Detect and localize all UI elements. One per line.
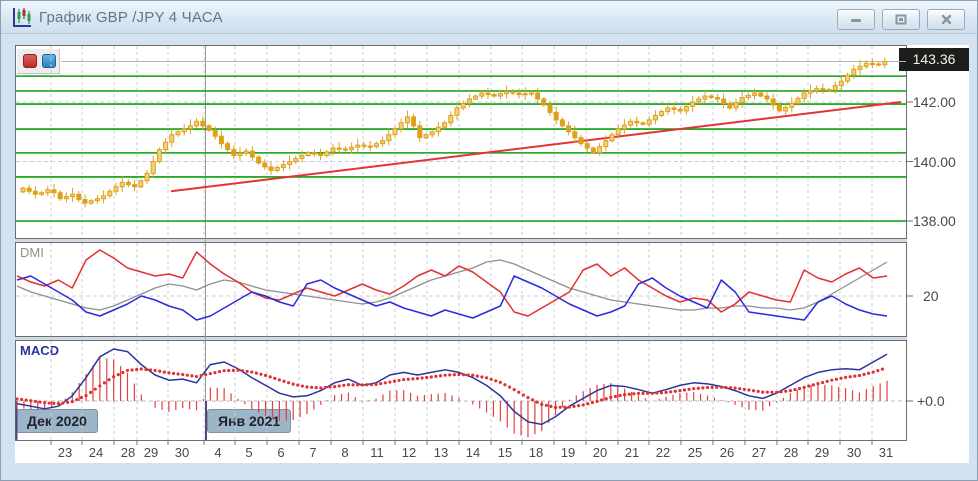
time-tick-label: 13 <box>434 445 448 460</box>
close-button[interactable] <box>927 9 965 30</box>
restore-icon <box>895 14 907 25</box>
time-tick-label: 22 <box>656 445 670 460</box>
time-tick-label: 23 <box>58 445 72 460</box>
macd-panel[interactable] <box>15 340 907 441</box>
time-tick-label: 6 <box>277 445 284 460</box>
month-box-jan2021[interactable]: Янв 2021 <box>207 409 291 433</box>
dmi-pane-label: DMI <box>20 245 44 260</box>
candlestick-chart-icon <box>11 7 33 29</box>
time-tick-label: 14 <box>466 445 480 460</box>
price-tick-140: 140.00 <box>913 154 956 170</box>
window-controls <box>837 9 965 30</box>
current-price-badge: 143.36 <box>899 48 969 71</box>
close-icon <box>941 14 952 25</box>
price-tick-138: 138.00 <box>913 213 956 229</box>
price-tick-142: 142.00 <box>913 94 956 110</box>
titlebar: График GBP /JPY 4 ЧАСА <box>1 1 977 34</box>
minimize-icon <box>850 15 862 25</box>
dmi-tick-20: 20 <box>923 288 939 304</box>
time-tick-label: 7 <box>309 445 316 460</box>
time-tick-label: 28 <box>121 445 135 460</box>
time-tick-label: 30 <box>175 445 189 460</box>
time-tick-label: 15 <box>498 445 512 460</box>
time-tick-label: 25 <box>688 445 702 460</box>
time-tick-label: 4 <box>214 445 221 460</box>
time-tick-label: 31 <box>879 445 893 460</box>
time-tick-label: 28 <box>784 445 798 460</box>
chart-window: График GBP /JPY 4 ЧАСА 143.36 142.00 <box>0 0 978 481</box>
time-axis: 23 24 28 29 30 4 5 6 7 8 11 12 13 14 15 18 19 20 21 22 25 26 2… <box>15 445 925 461</box>
minimize-button[interactable] <box>837 9 875 30</box>
time-tick-label: 30 <box>847 445 861 460</box>
time-tick-label: 26 <box>720 445 734 460</box>
time-tick-label: 11 <box>370 445 384 460</box>
time-tick-label: 19 <box>561 445 575 460</box>
time-tick-label: 20 <box>593 445 607 460</box>
time-tick-label: 29 <box>815 445 829 460</box>
month-box-dec2020[interactable]: Дек 2020 <box>16 409 98 433</box>
price-panel[interactable] <box>15 45 907 239</box>
dmi-panel[interactable] <box>15 242 907 337</box>
chart-toolbar <box>17 49 60 74</box>
time-tick-label: 12 <box>402 445 416 460</box>
chart-client-area: 143.36 142.00 140.00 138.00 20 +0.0 DMI … <box>15 45 969 463</box>
time-tick-label: 24 <box>89 445 103 460</box>
red-tool-button[interactable] <box>23 54 37 68</box>
time-tick-label: 18 <box>529 445 543 460</box>
macd-pane-label: MACD <box>20 343 59 358</box>
time-tick-label: 8 <box>341 445 348 460</box>
window-title: График GBP /JPY 4 ЧАСА <box>39 9 223 26</box>
time-tick-label: 21 <box>625 445 639 460</box>
maximize-button[interactable] <box>882 9 920 30</box>
time-tick-label: 29 <box>144 445 158 460</box>
time-tick-label: 27 <box>752 445 766 460</box>
time-tick-label: 5 <box>245 445 252 460</box>
blue-tool-button[interactable] <box>42 54 56 68</box>
macd-tick-0: +0.0 <box>917 393 945 409</box>
